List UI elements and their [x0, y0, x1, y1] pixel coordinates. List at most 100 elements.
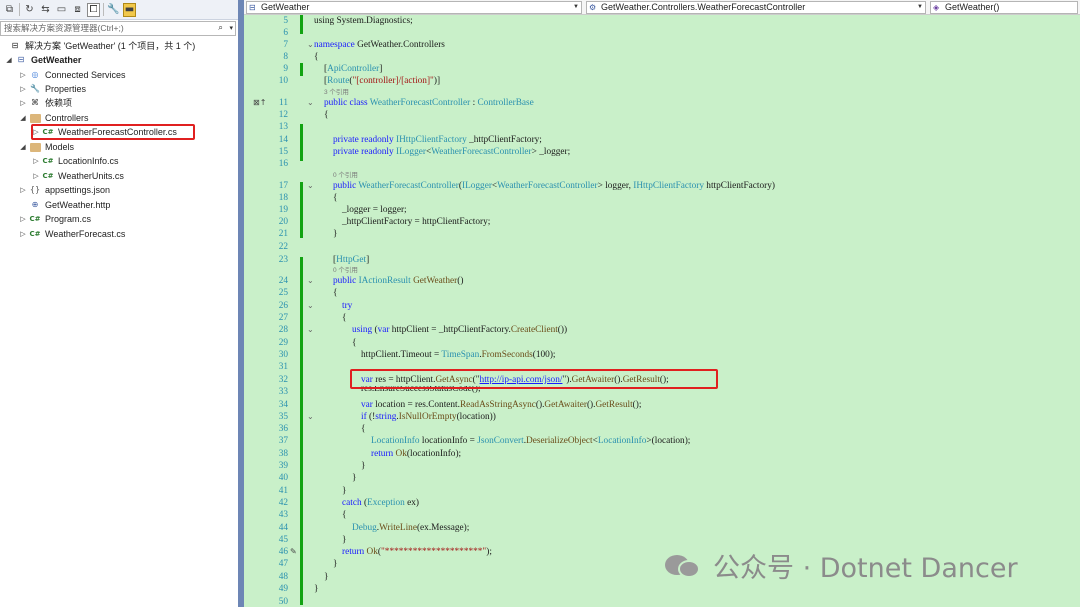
expand-icon[interactable]: ▷ [18, 212, 28, 226]
code-line-30: httpClient.Timeout = TimeSpan.FromSecond… [361, 349, 556, 361]
item-label: Connected Services [45, 70, 126, 80]
line-number: 22 [278, 242, 288, 252]
collapse-all-icon[interactable]: ⧈ [71, 3, 84, 17]
code-type: Route [327, 76, 350, 86]
code-line-35: if (!string.IsNullOrEmpty(location)) [361, 411, 496, 423]
reference-count[interactable]: 0 个引用 [333, 266, 358, 275]
toolbar-separator [19, 3, 20, 16]
tree-item-http[interactable]: ⊕ GetWeather.http [18, 198, 111, 212]
expand-icon[interactable]: ▷ [31, 169, 41, 183]
code-line-43: { [342, 509, 346, 521]
code-text: ex) [404, 498, 419, 508]
tree-item-connected-services[interactable]: ▷ ◎ Connected Services [18, 68, 126, 82]
tree-item-weatherforecast[interactable]: ▷ C# WeatherForecast.cs [18, 227, 125, 241]
tree-item-weatherunits[interactable]: ▷ C# WeatherUnits.cs [31, 169, 124, 183]
change-marker [300, 63, 303, 76]
tree-item-appsettings[interactable]: ▷ {} appsettings.json [18, 183, 110, 197]
line-number: 21 [278, 229, 288, 239]
expand-icon[interactable]: ▷ [31, 154, 41, 168]
code-text: _logger = logger; [342, 205, 407, 215]
code-string: "*********************" [381, 547, 487, 557]
code-keyword: var [361, 400, 373, 410]
line-number: 46 [278, 547, 288, 557]
search-icon[interactable]: ⌕ [218, 22, 223, 35]
collapse-icon[interactable]: ◢ [18, 111, 28, 125]
code-line-38: return Ok(locationInfo); [371, 448, 461, 460]
switch-views-icon[interactable]: ⧉ [3, 3, 16, 17]
tree-item-locationinfo[interactable]: ▷ C# LocationInfo.cs [31, 154, 118, 168]
item-label: WeatherForecast.cs [45, 229, 126, 239]
line-number: 28 [278, 325, 288, 335]
code-text: { [342, 313, 347, 323]
code-line-21: } [333, 228, 337, 240]
code-text: locationInfo = [419, 436, 478, 446]
wrench-icon: 🔧 [30, 84, 40, 93]
line-number: 44 [278, 523, 288, 533]
item-label: Properties [45, 84, 87, 94]
chevron-down-icon[interactable]: ▾ [229, 22, 233, 35]
code-text: GetWeather.Controllers [354, 40, 445, 50]
csharp-file-icon: C# [42, 172, 54, 180]
preview-selected-icon[interactable]: ▬ [123, 2, 136, 17]
line-number: 38 [278, 449, 288, 459]
expand-icon[interactable]: ▷ [18, 68, 28, 82]
expand-icon[interactable]: ▷ [18, 227, 28, 241]
code-method: GetAwaiter [544, 400, 587, 410]
reference-count[interactable]: 3 个引用 [324, 88, 349, 97]
code-type: IHttpClientFactory [396, 135, 467, 145]
expand-icon[interactable]: ▷ [18, 183, 28, 197]
chevron-down-icon[interactable]: ▼ [917, 2, 923, 13]
member-dropdown[interactable]: ◈ GetWeather() [930, 1, 1078, 14]
tree-item-models[interactable]: ◢ Models [18, 140, 74, 154]
code-editor[interactable]: using System.Diagnostics; namespace GetW… [312, 15, 1080, 607]
code-text: () [457, 276, 464, 286]
code-type: WeatherForecastController [431, 147, 532, 157]
line-number: 17 [278, 181, 288, 191]
chevron-down-icon[interactable]: ▼ [573, 2, 579, 13]
code-text: httpClientFactory) [703, 181, 775, 191]
line-number: 43 [278, 510, 288, 520]
properties-wrench-icon[interactable]: 🔧 [107, 3, 120, 17]
show-all-files-icon[interactable]: ⧠ [87, 2, 100, 17]
sync-icon[interactable]: ▭ [55, 3, 68, 17]
code-line-47: } [333, 558, 337, 570]
project-dropdown[interactable]: ⊟ GetWeather ▼ [246, 1, 582, 14]
highlight-box-file [31, 124, 195, 140]
tree-item-properties[interactable]: ▷ 🔧 Properties [18, 82, 86, 96]
history-icon[interactable]: ↻ [23, 3, 36, 17]
class-dropdown-value: GetWeather.Controllers.WeatherForecastCo… [601, 2, 806, 12]
csharp-file-icon: C# [29, 215, 41, 223]
collapse-icon[interactable]: ◢ [4, 53, 14, 67]
code-keyword: public class [324, 98, 370, 108]
collapse-icon[interactable]: ◢ [18, 140, 28, 154]
tree-item-program[interactable]: ▷ C# Program.cs [18, 212, 91, 226]
code-text: > logger, [597, 181, 634, 191]
tree-item-controllers[interactable]: ◢ Controllers [18, 111, 88, 125]
code-text: } [324, 572, 329, 582]
code-text: } [333, 229, 338, 239]
code-line-14: private readonly IHttpClientFactory _htt… [333, 134, 542, 146]
code-line-46: return Ok("*********************"); [342, 546, 492, 558]
code-line-48: } [324, 571, 328, 583]
line-number: 41 [278, 486, 288, 496]
tree-solution[interactable]: ⊟ 解决方案 'GetWeather' (1 个项目，共 1 个) [8, 39, 196, 53]
line-number: 19 [278, 205, 288, 215]
reference-count[interactable]: 0 个引用 [333, 171, 358, 180]
code-keyword: private readonly [333, 147, 396, 157]
expand-icon[interactable]: ▷ [18, 96, 28, 110]
tree-project[interactable]: ◢ ⊟ GetWeather [4, 53, 81, 67]
line-number: 16 [278, 159, 288, 169]
solution-search-input[interactable]: 搜索解决方案资源管理器(Ctrl+;) ⌕ ▾ [0, 21, 236, 36]
expand-icon[interactable]: ▷ [18, 82, 28, 96]
code-text: ); [486, 547, 492, 557]
code-text: using System.Diagnostics; [314, 16, 413, 26]
line-number: 9 [283, 64, 288, 74]
code-method: GetWeather [413, 276, 458, 286]
line-number: 27 [278, 313, 288, 323]
pending-changes-icon[interactable]: ⇆ [39, 3, 52, 17]
code-line-11: public class WeatherForecastController :… [324, 97, 534, 109]
class-dropdown[interactable]: ⚙ GetWeather.Controllers.WeatherForecast… [586, 1, 926, 14]
tree-item-dependencies[interactable]: ▷ ⌘ 依赖项 [18, 96, 72, 110]
implementation-glyph-icon[interactable]: ⊠↑ [253, 98, 266, 107]
code-text: ()) [557, 325, 568, 335]
